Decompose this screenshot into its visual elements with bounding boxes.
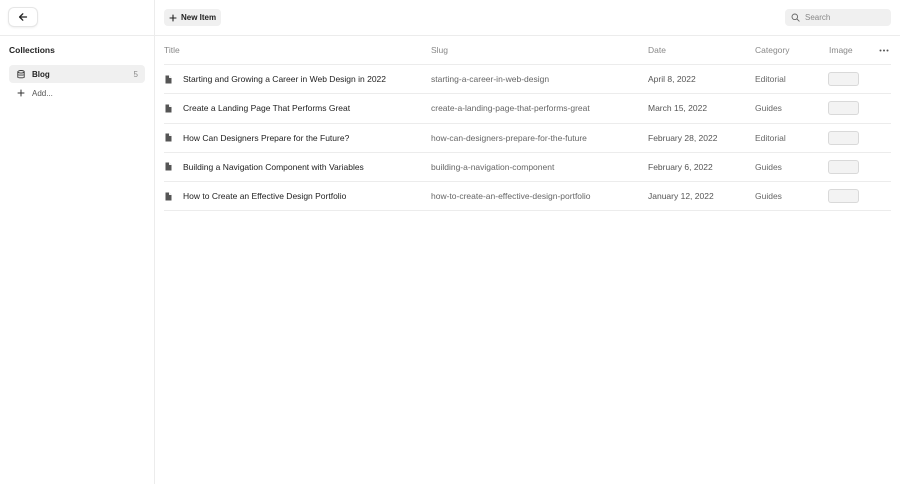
more-horizontal-icon <box>878 45 890 55</box>
row-title: Create a Landing Page That Performs Grea… <box>183 103 351 114</box>
add-collection-button[interactable]: Add... <box>9 85 145 101</box>
row-image-thumbnail[interactable] <box>829 102 858 115</box>
column-header-slug[interactable]: Slug <box>431 36 448 64</box>
search-input[interactable] <box>805 13 885 22</box>
row-category: Guides <box>755 103 782 114</box>
database-icon <box>16 69 25 79</box>
plus-icon <box>16 89 25 98</box>
row-category: Guides <box>755 161 782 172</box>
row-slug: create-a-landing-page-that-performs-grea… <box>431 103 590 114</box>
document-icon <box>164 104 172 113</box>
collection-item-blog[interactable]: Blog 5 <box>9 65 145 83</box>
items-table: Title Slug Date Category Image Starting … <box>164 36 891 212</box>
new-item-label: New Item <box>181 13 217 22</box>
row-image-thumbnail[interactable] <box>829 73 858 86</box>
row-category: Editorial <box>755 132 786 143</box>
table-row[interactable]: Building a Navigation Component with Var… <box>164 153 891 182</box>
plus-icon <box>169 13 177 22</box>
arrow-left-icon <box>18 13 28 21</box>
collection-count: 5 <box>133 69 138 79</box>
row-title: How Can Designers Prepare for the Future… <box>183 132 350 143</box>
row-slug: how-to-create-an-effective-design-portfo… <box>431 191 591 202</box>
search-icon <box>791 13 800 22</box>
add-collection-label: Add... <box>32 88 53 98</box>
column-header-date[interactable]: Date <box>648 36 666 64</box>
row-date: March 15, 2022 <box>648 103 708 114</box>
row-title: How to Create an Effective Design Portfo… <box>183 191 347 202</box>
table-header: Title Slug Date Category Image <box>164 36 891 66</box>
row-date: January 12, 2022 <box>648 191 714 202</box>
back-button[interactable] <box>9 8 37 26</box>
collections-heading: Collections <box>9 45 55 55</box>
more-options-button[interactable] <box>878 36 890 64</box>
table-row[interactable]: Create a Landing Page That Performs Grea… <box>164 94 891 124</box>
row-category: Editorial <box>755 74 786 85</box>
row-slug: building-a-navigation-component <box>431 161 555 172</box>
row-title: Starting and Growing a Career in Web Des… <box>183 74 387 85</box>
row-image-thumbnail[interactable] <box>829 131 858 144</box>
sidebar-divider <box>0 35 155 36</box>
document-icon <box>164 133 172 142</box>
column-header-image[interactable]: Image <box>829 36 853 64</box>
table-row[interactable]: How Can Designers Prepare for the Future… <box>164 124 891 153</box>
row-title: Building a Navigation Component with Var… <box>183 161 364 172</box>
column-header-category[interactable]: Category <box>755 36 790 64</box>
row-date: February 6, 2022 <box>648 161 713 172</box>
column-header-title[interactable]: Title <box>164 36 180 64</box>
row-image-thumbnail[interactable] <box>829 190 858 203</box>
row-slug: how-can-designers-prepare-for-the-future <box>431 132 587 143</box>
collection-label: Blog <box>32 69 50 79</box>
row-date: April 8, 2022 <box>648 74 696 85</box>
document-icon <box>164 192 172 201</box>
document-icon <box>164 162 172 171</box>
row-image-thumbnail[interactable] <box>829 160 858 173</box>
row-slug: starting-a-career-in-web-design <box>431 74 550 85</box>
table-row[interactable]: Starting and Growing a Career in Web Des… <box>164 65 891 95</box>
document-icon <box>164 75 172 84</box>
row-date: February 28, 2022 <box>648 132 718 143</box>
new-item-button[interactable]: New Item <box>164 9 222 26</box>
sidebar: Collections Blog 5 Add... <box>0 0 155 484</box>
table-row[interactable]: How to Create an Effective Design Portfo… <box>164 182 891 212</box>
search-box[interactable] <box>785 9 891 26</box>
main-panel: New Item Title Slug Date Category Image <box>155 0 900 484</box>
row-category: Guides <box>755 191 782 202</box>
